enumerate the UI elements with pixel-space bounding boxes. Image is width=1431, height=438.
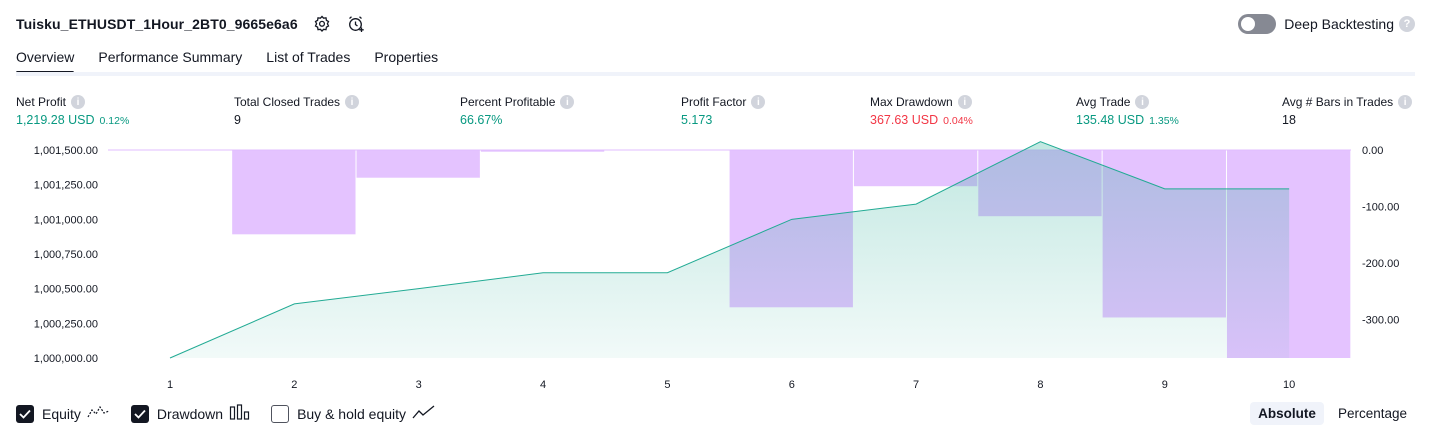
x-axis-tick-label: 3 bbox=[416, 379, 422, 391]
right-axis-tick-label: -300.00 bbox=[1362, 315, 1399, 327]
deep-backtesting-label: Deep Backtesting bbox=[1284, 16, 1394, 32]
x-axis-tick-label: 2 bbox=[291, 379, 297, 391]
stat-profit-factor: Profit Factor i 5.173 bbox=[681, 94, 766, 127]
x-axis-tick-label: 5 bbox=[664, 379, 670, 391]
stat-avg-bars-in-trades: Avg # Bars in Trades i 18 bbox=[1282, 94, 1413, 127]
equity-line-icon bbox=[87, 404, 111, 425]
equity-drawdown-chart[interactable]: 1,000,000.00 1,000,250.00 1,000,500.00 1,00… bbox=[0, 138, 1431, 396]
info-icon[interactable]: i bbox=[345, 95, 360, 109]
left-axis-tick-label: 1,000,750.00 bbox=[34, 249, 98, 261]
stat-percent: 0.04% bbox=[943, 115, 973, 127]
drawdown-checkbox[interactable] bbox=[130, 405, 149, 423]
legend-equity[interactable]: Equity bbox=[16, 404, 111, 425]
info-icon[interactable]: i bbox=[1398, 95, 1413, 109]
stat-label: Net Profit bbox=[16, 95, 67, 109]
drawdown-bar bbox=[232, 150, 356, 235]
stat-max-drawdown: Max Drawdown i 367.63 USD 0.04% bbox=[870, 94, 973, 127]
right-axis-tick-label: 0.00 bbox=[1362, 145, 1383, 157]
tab-overview[interactable]: Overview bbox=[16, 46, 75, 74]
stat-value: 367.63 USD bbox=[870, 113, 939, 127]
stat-label: Percent Profitable bbox=[460, 95, 556, 109]
x-axis-tick-label: 1 bbox=[167, 379, 173, 391]
x-axis-tick-label: 4 bbox=[540, 379, 546, 391]
x-axis-tick-label: 6 bbox=[789, 379, 795, 391]
tab-performance-summary[interactable]: Performance Summary bbox=[98, 46, 242, 74]
left-axis-tick-label: 1,000,500.00 bbox=[34, 284, 98, 296]
stat-value: 9 bbox=[234, 113, 241, 127]
stat-total-closed-trades: Total Closed Trades i 9 bbox=[234, 94, 360, 127]
deep-backtesting: Deep Backtesting ? bbox=[1238, 12, 1415, 36]
toggle-knob bbox=[1241, 17, 1256, 31]
right-axis-tick-label: -200.00 bbox=[1362, 258, 1399, 270]
left-axis-tick-label: 1,001,000.00 bbox=[34, 214, 98, 226]
drawdown-bar bbox=[480, 150, 605, 152]
strategy-title: Tuisku_ETHUSDT_1Hour_2BT0_9665e6a6 bbox=[16, 16, 298, 32]
x-axis: 1 2 3 4 5 6 7 8 9 10 bbox=[167, 379, 1295, 391]
info-icon[interactable]: i bbox=[957, 95, 972, 109]
info-icon[interactable]: i bbox=[71, 95, 86, 109]
stat-label: Total Closed Trades bbox=[234, 95, 341, 109]
drawdown-bar bbox=[356, 150, 480, 178]
add-alert-icon[interactable] bbox=[346, 14, 366, 34]
tab-list-of-trades[interactable]: List of Trades bbox=[266, 46, 350, 74]
strategy-header: Tuisku_ETHUSDT_1Hour_2BT0_9665e6a6 bbox=[16, 12, 366, 36]
stat-percent: 0.12% bbox=[99, 115, 130, 127]
stat-label: Avg # Bars in Trades bbox=[1282, 95, 1394, 109]
left-axis-tick-label: 1,001,500.00 bbox=[34, 145, 98, 157]
legend-drawdown[interactable]: Drawdown bbox=[130, 403, 251, 425]
stat-value: 66.67% bbox=[460, 113, 503, 127]
chart-legend: Equity Drawdown Buy & hold equity bbox=[16, 403, 456, 425]
stat-value: 18 bbox=[1282, 113, 1296, 127]
tab-properties[interactable]: Properties bbox=[374, 46, 438, 74]
stat-label: Avg Trade bbox=[1076, 95, 1131, 109]
buy-hold-checkbox[interactable] bbox=[271, 405, 290, 423]
tabs-divider bbox=[16, 72, 1415, 76]
gear-icon[interactable] bbox=[312, 14, 332, 34]
info-icon[interactable]: i bbox=[1135, 95, 1150, 109]
stat-net-profit: Net Profit i 1,219.28 USD 0.12% bbox=[16, 94, 129, 127]
absolute-button[interactable]: Absolute bbox=[1250, 402, 1324, 425]
info-icon[interactable]: i bbox=[560, 95, 575, 109]
legend-label: Buy & hold equity bbox=[297, 406, 407, 422]
x-axis-tick-label: 7 bbox=[913, 379, 919, 391]
right-axis-tick-label: -100.00 bbox=[1362, 202, 1399, 214]
scale-switcher: Absolute Percentage bbox=[1244, 402, 1415, 425]
drawdown-bars-icon bbox=[229, 403, 251, 425]
stat-value: 5.173 bbox=[681, 113, 713, 127]
info-icon[interactable]: i bbox=[751, 95, 766, 109]
legend-label: Drawdown bbox=[156, 406, 224, 422]
left-axis-tick-label: 1,001,250.00 bbox=[34, 180, 98, 192]
x-axis-tick-label: 8 bbox=[1037, 379, 1043, 391]
stat-avg-trade: Avg Trade i 135.48 USD 1.35% bbox=[1076, 94, 1179, 127]
left-axis-tick-label: 1,000,000.00 bbox=[34, 353, 98, 365]
drawdown-bar bbox=[853, 150, 978, 187]
stat-label: Max Drawdown bbox=[870, 95, 953, 109]
x-axis-tick-label: 10 bbox=[1283, 379, 1295, 391]
legend-buy-hold[interactable]: Buy & hold equity bbox=[271, 404, 436, 425]
stats-row: Net Profit i 1,219.28 USD 0.12% Total Clos… bbox=[16, 94, 1415, 130]
x-axis-tick-label: 9 bbox=[1162, 379, 1168, 391]
right-axis: 0.00 -100.00 -200.00 -300.00 bbox=[1362, 145, 1399, 327]
deep-backtesting-toggle[interactable] bbox=[1238, 14, 1277, 34]
equity-checkbox[interactable] bbox=[16, 405, 34, 423]
stat-percent: 1.35% bbox=[1149, 115, 1179, 127]
question-icon[interactable]: ? bbox=[1399, 16, 1415, 32]
legend-label: Equity bbox=[42, 406, 81, 422]
stat-value: 135.48 USD bbox=[1076, 113, 1145, 127]
buy-hold-line-icon bbox=[412, 404, 436, 425]
stat-value: 1,219.28 USD bbox=[16, 113, 95, 127]
left-axis-tick-label: 1,000,250.00 bbox=[34, 318, 98, 330]
percentage-button[interactable]: Percentage bbox=[1330, 402, 1415, 425]
left-axis: 1,000,000.00 1,000,250.00 1,000,500.00 1,00… bbox=[34, 145, 98, 365]
report-tabs: Overview Performance Summary List of Tra… bbox=[16, 46, 462, 74]
stat-label: Profit Factor bbox=[681, 95, 747, 109]
stat-percent-profitable: Percent Profitable i 66.67% bbox=[460, 94, 575, 127]
